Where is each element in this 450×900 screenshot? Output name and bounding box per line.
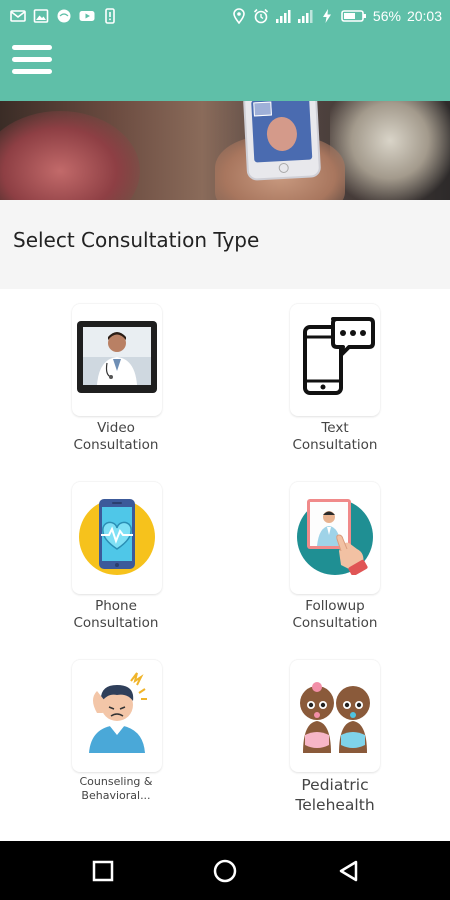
label-line: Behavioral... [81, 789, 151, 802]
phone-consultation-label: Phone Consultation [51, 598, 181, 632]
section-title: Select Consultation Type [13, 228, 260, 252]
label-line: Consultation [292, 437, 378, 453]
phone-alert-icon [102, 8, 118, 24]
circle-app-icon [56, 8, 72, 24]
video-doctor-icon [75, 313, 159, 397]
status-bar: 56% 20:03 [0, 0, 450, 34]
section-header: Select Consultation Type [0, 200, 450, 289]
video-consultation-button[interactable] [72, 304, 162, 416]
label-line: Text [321, 420, 349, 436]
label-line: Followup [305, 598, 365, 614]
location-icon [231, 8, 247, 24]
signal-hd-icon [297, 8, 313, 24]
system-navigation-bar [0, 841, 450, 900]
label-line: Pediatric [301, 776, 369, 794]
heart-phone-icon [75, 491, 159, 575]
phone-consultation-button[interactable] [72, 482, 162, 594]
hamburger-menu-icon[interactable] [12, 45, 52, 79]
mail-icon [10, 8, 26, 24]
battery-icon [341, 8, 367, 24]
youtube-icon [79, 8, 95, 24]
label-line: Counseling & [79, 775, 153, 788]
label-line: Video [97, 420, 135, 436]
home-circle-icon[interactable] [213, 859, 237, 883]
label-line: Consultation [73, 615, 159, 631]
babies-icon [293, 669, 377, 753]
counseling-behavioral-button[interactable] [72, 660, 162, 772]
battery-percent: 56% [372, 8, 401, 24]
label-line: Telehealth [295, 796, 375, 814]
status-time: 20:03 [406, 8, 442, 24]
image-icon [33, 8, 49, 24]
stressed-person-icon [75, 669, 159, 753]
pediatric-telehealth-label: Pediatric Telehealth [270, 775, 400, 815]
video-consultation-label: Video Consultation [51, 420, 181, 454]
label-line: Consultation [73, 437, 159, 453]
text-consultation-button[interactable] [290, 304, 380, 416]
label-line: Consultation [292, 615, 378, 631]
followup-consultation-label: Followup Consultation [270, 598, 400, 632]
chat-phone-icon [293, 313, 377, 397]
label-line: Phone [95, 598, 137, 614]
charging-icon [319, 8, 335, 24]
alarm-icon [253, 8, 269, 24]
recents-square-icon[interactable] [91, 859, 115, 883]
back-triangle-icon[interactable] [337, 859, 361, 883]
video-call-phone-illustration [242, 101, 322, 181]
counseling-behavioral-label: Counseling & Behavioral... [51, 775, 181, 803]
tablet-doctor-icon [293, 491, 377, 575]
signal-icon [275, 8, 291, 24]
followup-consultation-button[interactable] [290, 482, 380, 594]
pediatric-telehealth-button[interactable] [290, 660, 380, 772]
text-consultation-label: Text Consultation [270, 420, 400, 454]
hero-banner-image [0, 101, 450, 200]
app-header: 56% 20:03 [0, 0, 450, 101]
